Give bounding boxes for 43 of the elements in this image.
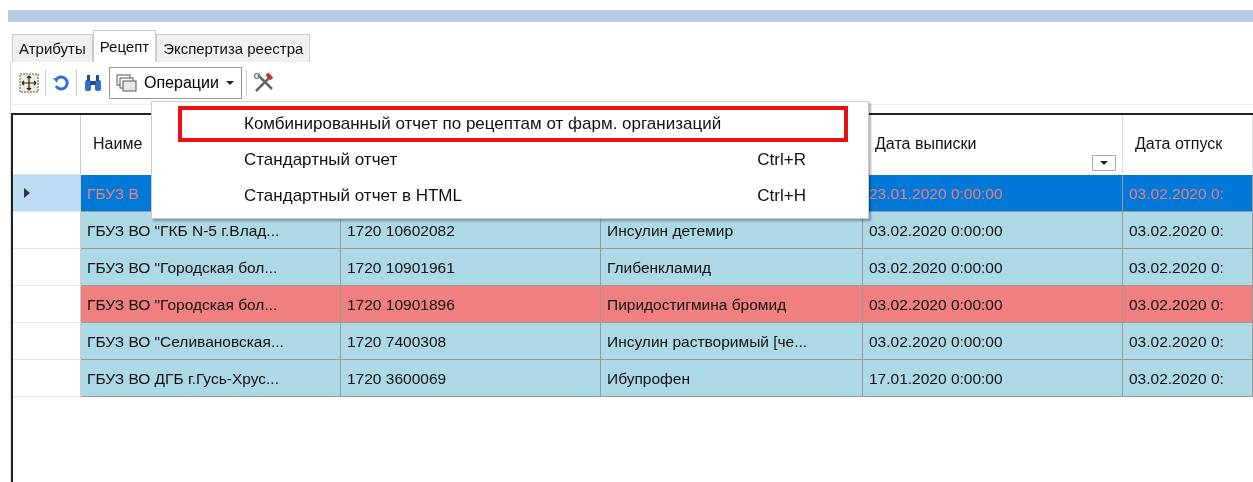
table-cell: Пиридостигмина бромид bbox=[601, 286, 863, 323]
windows-icon bbox=[116, 74, 138, 92]
table-cell: 03.02.2020 0: bbox=[1123, 323, 1253, 360]
table-cell: 03.02.2020 0:00:00 bbox=[863, 249, 1123, 286]
column-header-label: Наиме bbox=[93, 135, 143, 152]
table-cell: 1720 10901961 bbox=[341, 249, 601, 286]
operations-dropdown-button[interactable]: Операции bbox=[109, 67, 242, 99]
current-row-icon bbox=[23, 187, 31, 199]
table-cell: 03.02.2020 0: bbox=[1123, 360, 1253, 397]
table-cell: ГБУЗ ВО "Селивановская... bbox=[81, 323, 341, 360]
table-cell: 1720 7400308 bbox=[341, 323, 601, 360]
table-cell: ГБУЗ ВО ДГБ г.Гусь-Хрус... bbox=[81, 360, 341, 397]
filter-dropdown[interactable] bbox=[1092, 155, 1116, 171]
tab[interactable]: Экспертиза реестра bbox=[156, 34, 311, 62]
table-cell: ГБУЗ ВО "Городская бол... bbox=[81, 286, 341, 323]
row-header[interactable] bbox=[13, 175, 81, 212]
table-cell: 03.02.2020 0:00:00 bbox=[863, 212, 1123, 249]
table-cell: 03.02.2020 0: bbox=[1123, 212, 1253, 249]
table-cell: ГБУЗ ВО "Городская бол... bbox=[81, 249, 341, 286]
table-cell: 03.02.2020 0: bbox=[1123, 286, 1253, 323]
tab[interactable]: Рецепт bbox=[92, 30, 157, 62]
table-cell: 03.02.2020 0: bbox=[1123, 249, 1253, 286]
table-cell: 03.02.2020 0:00:00 bbox=[863, 286, 1123, 323]
binoculars-icon bbox=[83, 74, 103, 92]
table-cell: 03.02.2020 0:00:00 bbox=[863, 323, 1123, 360]
table-cell: Глибенкламид bbox=[601, 249, 863, 286]
caret-icon bbox=[1099, 160, 1109, 166]
menu-item[interactable]: Стандартный отчет Ctrl+R bbox=[178, 142, 848, 178]
tab[interactable]: Атрибуты bbox=[12, 34, 93, 62]
table-cell: 1720 10901896 bbox=[341, 286, 601, 323]
table-cell: Ибупрофен bbox=[601, 360, 863, 397]
caret-icon bbox=[224, 80, 235, 86]
hammer-wrench-icon bbox=[252, 72, 275, 94]
refresh-icon bbox=[52, 74, 70, 92]
column-header-label: Дата отпуск bbox=[1135, 135, 1223, 152]
table-cell: 17.01.2020 0:00:00 bbox=[863, 360, 1123, 397]
table-cell: 03.02.2020 0: bbox=[1123, 175, 1253, 212]
select-all-button[interactable] bbox=[17, 71, 41, 95]
table-cell: Инсулин растворимый [че... bbox=[601, 323, 863, 360]
column-header-label: Дата выписки bbox=[875, 135, 977, 152]
dotted-frame-arrows-icon bbox=[19, 73, 39, 93]
table-cell: 1720 3600069 bbox=[341, 360, 601, 397]
menu-item[interactable]: Комбинированный отчет по рецептам от фарм. организаций bbox=[178, 106, 848, 142]
